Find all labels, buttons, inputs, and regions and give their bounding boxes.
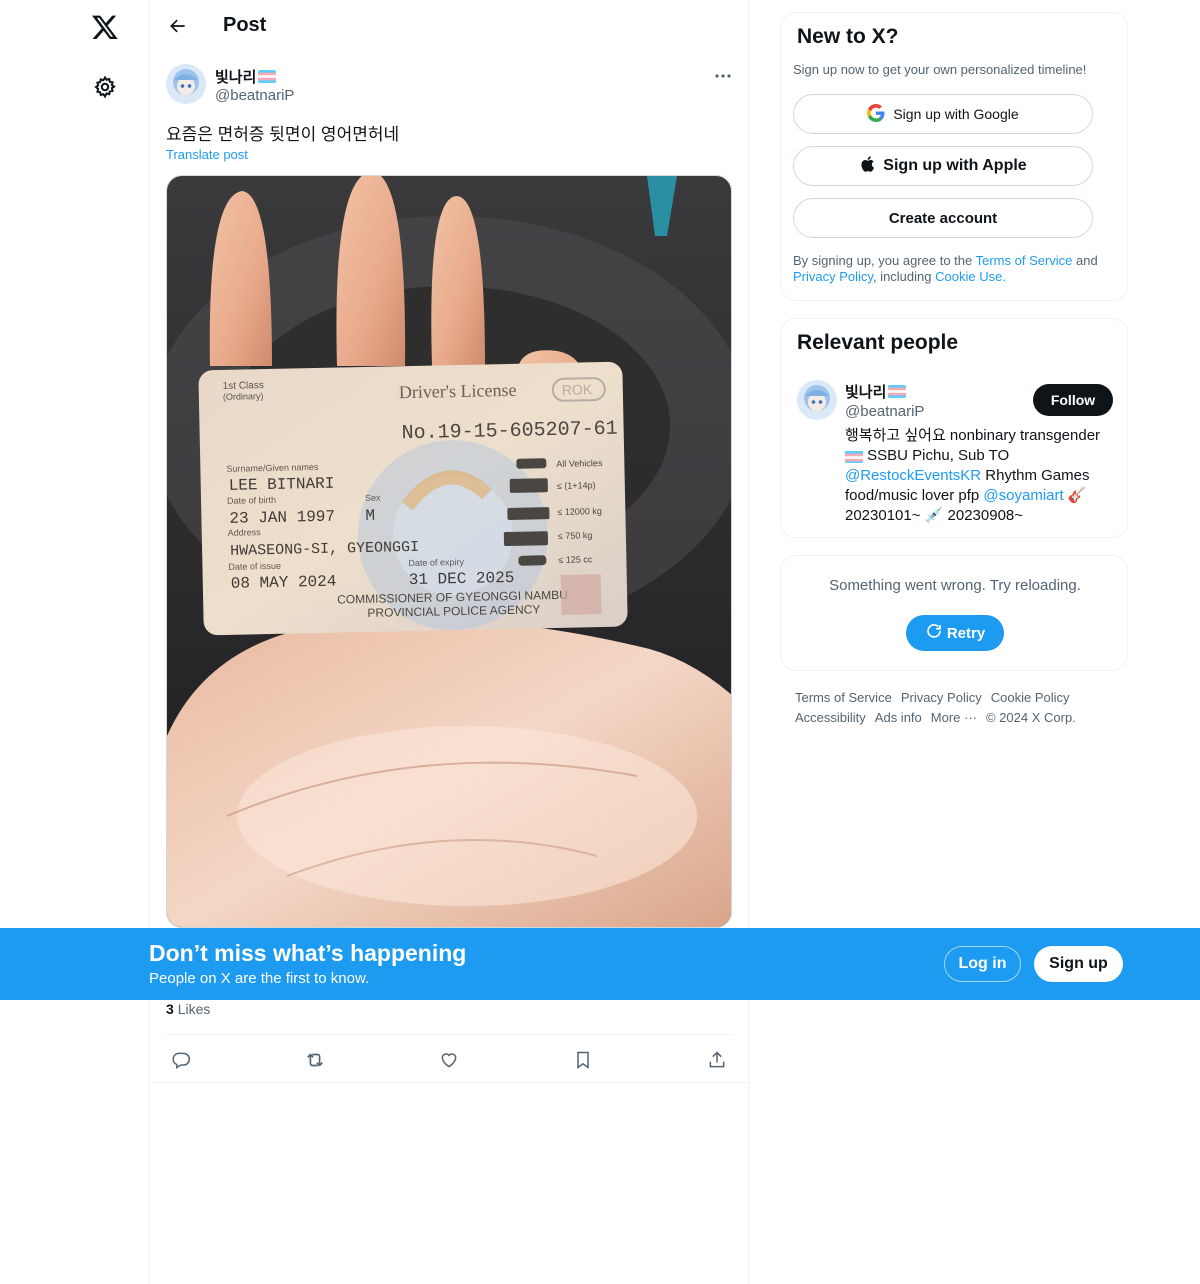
license-surname-label: Surname/Given names	[226, 462, 319, 474]
footer-link-accessibility[interactable]: Accessibility	[795, 710, 866, 725]
google-icon	[867, 103, 885, 125]
x-logo-icon[interactable]	[88, 10, 122, 44]
banner-title: Don’t miss what’s happening	[149, 940, 467, 966]
bio-text-1: 행복하고 싶어요 nonbinary transgender	[845, 427, 1101, 444]
post-header: Post	[150, 0, 750, 53]
signup-banner: Don’t miss what’s happening People on X …	[0, 928, 1200, 1000]
bio-mention-1[interactable]: @RestockEventsKR	[845, 467, 981, 484]
footer-link-privacy[interactable]: Privacy Policy	[901, 690, 982, 705]
likes-number: 3	[166, 1001, 174, 1017]
license-class: 1st Class	[223, 380, 264, 392]
trans-flag-icon	[845, 450, 863, 463]
terms-including: , including	[872, 269, 936, 284]
trans-flag-icon	[258, 70, 277, 83]
banner-subtitle: People on X are the first to know.	[149, 970, 370, 987]
license-title: Driver's License	[399, 380, 517, 402]
relevant-person-name-text: 빛나리	[845, 384, 887, 401]
apple-icon	[859, 155, 875, 178]
heart-icon[interactable]	[437, 1048, 461, 1072]
post-actions	[166, 1040, 734, 1080]
signup-google-button[interactable]: Sign up with Google	[793, 94, 1093, 134]
privacy-link[interactable]: Privacy Policy	[793, 269, 873, 284]
bio-text-2: SSBU Pichu, Sub TO	[863, 447, 1010, 464]
license-class-sub: (Ordinary)	[223, 391, 264, 402]
relevant-people-card: Relevant people 빛나리 @beatnariP Follow 행복…	[780, 318, 1128, 538]
main-column: Post 빛나리 @beatnariP 요즘은 면허증 뒷면이 영어면허네 Tr…	[149, 0, 750, 1284]
license-number: No.19-15-605207-61	[401, 418, 617, 446]
signup-card-subtitle: Sign up now to get your own personalized…	[793, 62, 1087, 77]
footer-link-cookie[interactable]: Cookie Policy	[991, 690, 1070, 705]
translate-link[interactable]: Translate post	[166, 147, 248, 162]
divider	[166, 1034, 734, 1035]
relevant-person-name[interactable]: 빛나리	[845, 381, 907, 402]
relevant-person-bio: 행복하고 싶어요 nonbinary transgender SSBU Pich…	[845, 426, 1115, 526]
license-vehicle-2: ≤ 12000 kg	[557, 506, 602, 517]
relevant-person-handle[interactable]: @beatnariP	[845, 403, 924, 420]
footer-links: Terms of Service Privacy Policy Cookie Pol…	[795, 688, 1125, 728]
author-handle[interactable]: @beatnariP	[215, 87, 294, 104]
license-name: LEE BITNARI	[229, 475, 335, 495]
signup-terms: By signing up, you agree to the Terms of…	[793, 253, 1119, 285]
more-dots-icon[interactable]	[710, 66, 736, 86]
create-account-label: Create account	[888, 209, 998, 227]
reply-icon[interactable]	[169, 1048, 193, 1072]
login-button[interactable]: Log in	[944, 946, 1021, 982]
license-issue-label: Date of issue	[228, 561, 281, 572]
license-address-label: Address	[228, 527, 262, 538]
create-account-button[interactable]: Create account	[793, 198, 1093, 238]
arrow-left-icon[interactable]	[164, 12, 192, 40]
license-expiry-label: Date of expiry	[408, 557, 464, 568]
signup-card: New to X? Sign up now to get your own pe…	[780, 12, 1128, 301]
likes-count[interactable]: 3 Likes	[166, 1001, 210, 1017]
terms-prefix: By signing up, you agree to the	[793, 253, 976, 268]
signup-button[interactable]: Sign up	[1034, 946, 1123, 982]
footer-link-ads[interactable]: Ads info	[875, 710, 922, 725]
avatar[interactable]	[166, 64, 206, 104]
follow-button[interactable]: Follow	[1033, 384, 1113, 416]
signup-apple-button[interactable]: Sign up with Apple	[793, 146, 1093, 186]
author-name-text: 빛나리	[215, 69, 257, 86]
gear-icon[interactable]	[88, 70, 122, 104]
error-card: Something went wrong. Try reloading. Ret…	[780, 555, 1128, 671]
license-sex: M	[365, 507, 375, 525]
terms-link[interactable]: Terms of Service	[976, 253, 1073, 268]
retry-button[interactable]: Retry	[906, 615, 1004, 651]
post-text: 요즘은 면허증 뒷면이 영어면허네	[166, 125, 400, 144]
footer-link-terms[interactable]: Terms of Service	[795, 690, 892, 705]
license-vehicle-0: All Vehicles	[556, 458, 603, 469]
signup-google-label: Sign up with Google	[893, 106, 1019, 122]
footer-copyright: © 2024 X Corp.	[986, 710, 1076, 725]
bio-mention-2[interactable]: @soyamiart	[983, 487, 1063, 504]
repost-icon[interactable]	[303, 1048, 327, 1072]
license-issue: 08 MAY 2024	[231, 573, 337, 593]
signup-card-title: New to X?	[797, 25, 899, 48]
license-dob: 23 JAN 1997	[229, 508, 335, 528]
refresh-icon	[925, 622, 943, 644]
terms-and: and	[1072, 253, 1098, 268]
license-vehicle-1: ≤ (1+14p)	[557, 480, 596, 491]
relevant-people-title: Relevant people	[797, 331, 959, 354]
retry-label: Retry	[946, 624, 986, 642]
left-nav	[0, 0, 150, 1284]
license-vehicle-3: ≤ 750 kg	[558, 530, 593, 541]
license-country: ROK	[562, 381, 593, 398]
license-dob-label: Date of birth	[227, 495, 276, 506]
share-icon[interactable]	[705, 1048, 729, 1072]
license-sex-label: Sex	[365, 493, 381, 503]
license-vehicle-4: ≤ 125 cc	[558, 554, 593, 565]
divider	[150, 1082, 750, 1083]
likes-label: Likes	[177, 1001, 211, 1017]
license-expiry: 31 DEC 2025	[409, 569, 515, 589]
signup-apple-label: Sign up with Apple	[883, 157, 1027, 174]
error-message: Something went wrong. Try reloading.	[829, 577, 1081, 594]
bookmark-icon[interactable]	[571, 1048, 595, 1072]
post-image[interactable]: 1st Class (Ordinary) Driver's License RO…	[166, 175, 732, 928]
author-name[interactable]: 빛나리	[215, 66, 277, 87]
avatar[interactable]	[797, 380, 837, 420]
footer-link-more[interactable]: More ···	[931, 710, 977, 725]
trans-flag-icon	[888, 385, 907, 398]
page-title: Post	[223, 14, 267, 36]
cookie-link[interactable]: Cookie Use.	[935, 269, 1006, 284]
